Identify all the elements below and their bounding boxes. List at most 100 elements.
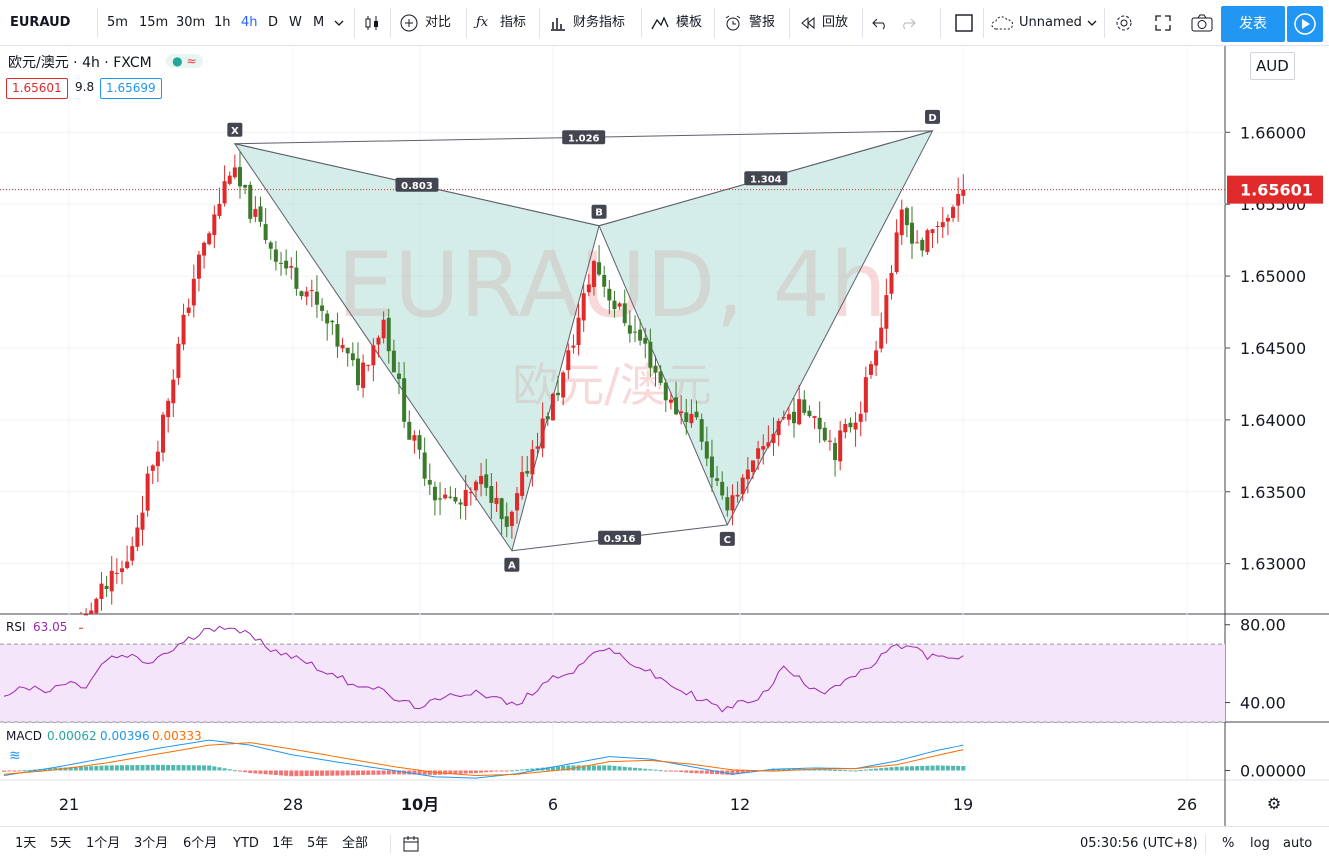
- goto-date-icon[interactable]: [402, 835, 420, 853]
- alarm-clock-icon[interactable]: [723, 13, 743, 33]
- financials-button[interactable]: 财务指标: [573, 0, 625, 46]
- candle: [858, 401, 863, 437]
- interval-5m[interactable]: 5m: [107, 0, 128, 46]
- play-button[interactable]: [1287, 6, 1323, 42]
- candle-body: [725, 497, 730, 511]
- candle: [227, 171, 232, 186]
- macd-histogram-bar: [7, 770, 12, 772]
- candle-body: [284, 260, 289, 269]
- macd-histogram-bar: [889, 767, 894, 771]
- symbol-search-button[interactable]: EURAUD: [10, 0, 70, 46]
- candle: [186, 298, 191, 317]
- interval-15m[interactable]: 15m: [139, 0, 168, 46]
- candle-body: [802, 399, 807, 413]
- range-6m[interactable]: 6个月: [183, 827, 217, 859]
- undo-icon[interactable]: [870, 13, 890, 33]
- candles-style-icon[interactable]: [362, 13, 382, 33]
- price-tick-label: 1.63500: [1240, 483, 1306, 502]
- candle-body: [114, 572, 119, 574]
- fullscreen-square-icon[interactable]: [954, 13, 974, 33]
- bid-price-badge[interactable]: 1.65601: [6, 78, 68, 99]
- templates-button[interactable]: 模板: [676, 0, 702, 46]
- interval-4h[interactable]: 4h: [241, 0, 258, 46]
- interval-1h[interactable]: 1h: [214, 0, 231, 46]
- currency-label[interactable]: AUD: [1250, 52, 1295, 80]
- price-tick-label: 1.64000: [1240, 411, 1306, 430]
- candle: [166, 398, 171, 433]
- compare-button[interactable]: 对比: [425, 0, 451, 46]
- templates-icon[interactable]: [650, 13, 670, 33]
- range-1m[interactable]: 1个月: [86, 827, 120, 859]
- macd-histogram-bar: [335, 770, 340, 776]
- macd-pane: MACD 0.00062 0.00396 0.00333 ≋: [2, 729, 966, 779]
- candle: [366, 364, 371, 372]
- ask-price-badge[interactable]: 1.65699: [100, 78, 162, 99]
- clock-time[interactable]: 05:30:56 (UTC+8): [1080, 827, 1198, 859]
- camera-icon[interactable]: [1190, 13, 1214, 33]
- candle-body: [243, 184, 248, 188]
- rsi-tick-label: 40.00: [1240, 694, 1286, 713]
- bar-chart-icon[interactable]: [548, 13, 568, 33]
- candle: [863, 366, 868, 422]
- candle: [161, 412, 166, 462]
- candle-body: [535, 446, 540, 449]
- cloud-icon[interactable]: [990, 13, 1016, 33]
- alert-button[interactable]: 警报: [749, 0, 775, 46]
- candle-body: [556, 392, 561, 396]
- market-status-icon[interactable]: ● ≈: [166, 54, 203, 68]
- log-toggle[interactable]: log: [1250, 827, 1270, 859]
- macd-histogram-bar: [119, 765, 124, 771]
- candle-body: [345, 347, 350, 354]
- macd-histogram-bar: [956, 765, 961, 771]
- range-1d[interactable]: 1天: [15, 827, 36, 859]
- candle-body: [427, 479, 432, 485]
- interval-d[interactable]: D: [268, 0, 278, 46]
- publish-button[interactable]: 发表: [1221, 6, 1285, 42]
- replay-button[interactable]: 回放: [822, 0, 848, 46]
- layout-name-button[interactable]: Unnamed: [1019, 0, 1082, 46]
- xabcd-pattern[interactable]: [233, 130, 934, 552]
- interval-m[interactable]: M: [313, 0, 324, 46]
- indicators-button[interactable]: 指标: [500, 0, 526, 46]
- range-all[interactable]: 全部: [342, 827, 368, 859]
- candle-body: [125, 561, 130, 569]
- macd-histogram-bar: [597, 765, 602, 771]
- auto-toggle[interactable]: auto: [1283, 827, 1312, 859]
- range-3m[interactable]: 3个月: [134, 827, 168, 859]
- expand-icon[interactable]: [1153, 13, 1173, 33]
- range-ytd[interactable]: YTD: [233, 827, 259, 859]
- time-axis[interactable]: 21 28 10月 6 12 19 26 ⚙: [59, 794, 1281, 814]
- candle: [792, 397, 797, 438]
- macd-histogram-bar: [217, 767, 222, 771]
- top-toolbar: EURAUD 5m 15m 30m 1h 4h D W M 对比 ƒx 指标 财…: [0, 0, 1329, 46]
- percent-toggle[interactable]: %: [1222, 827, 1234, 859]
- macd-histogram-bar: [884, 767, 889, 771]
- candle-body: [863, 377, 868, 413]
- macd-histogram-bar: [961, 766, 966, 771]
- interval-30m[interactable]: 30m: [176, 0, 205, 46]
- price-axis[interactable]: 1.630001.635001.640001.645001.650001.655…: [1225, 123, 1323, 781]
- chart-canvas[interactable]: EURAUD, 4h欧元/澳元 XABCD0.8030.9161.3041.02…: [0, 46, 1329, 826]
- candle-body: [104, 585, 109, 589]
- macd-value: 0.00333: [152, 729, 202, 743]
- macd-histogram-bar: [114, 765, 119, 771]
- interval-w[interactable]: W: [289, 0, 302, 46]
- range-5d[interactable]: 5天: [50, 827, 71, 859]
- candle-body: [638, 329, 643, 341]
- candle: [438, 482, 443, 516]
- compare-plus-icon[interactable]: [399, 13, 419, 33]
- rewind-icon[interactable]: [798, 13, 818, 33]
- candle-body: [94, 598, 99, 614]
- candle-body: [843, 423, 848, 433]
- chevron-down-icon[interactable]: [333, 17, 345, 29]
- fx-icon[interactable]: ƒx: [476, 0, 488, 46]
- chevron-down-icon[interactable]: [1086, 17, 1098, 29]
- gear-icon[interactable]: [1114, 13, 1134, 33]
- candle-body: [186, 307, 191, 313]
- redo-icon[interactable]: [898, 13, 918, 33]
- candle-body: [956, 193, 961, 206]
- candle-body: [438, 498, 443, 500]
- range-1y[interactable]: 1年: [272, 827, 293, 859]
- candle-body: [391, 350, 396, 373]
- range-5y[interactable]: 5年: [307, 827, 328, 859]
